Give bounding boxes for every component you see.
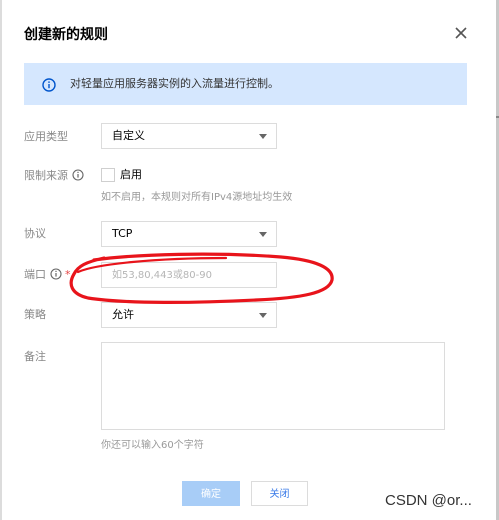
port-label: 端口 bbox=[24, 268, 46, 281]
csdn-watermark: CSDN @or... bbox=[385, 492, 472, 509]
source-hint: 如不启用，本规则对所有IPv4源地址均生效 bbox=[101, 192, 293, 203]
info-circle-icon bbox=[42, 77, 56, 92]
remark-label: 备注 bbox=[24, 350, 46, 363]
create-rule-dialog: 创建新的规则 对轻量应用服务器实例的入流量进行控制。 应用类型 自定义 限制来源… bbox=[0, 0, 499, 520]
required-mark: * bbox=[65, 268, 71, 281]
close-icon[interactable] bbox=[452, 24, 470, 42]
dialog-title: 创建新的规则 bbox=[24, 27, 108, 43]
protocol-value: TCP bbox=[112, 227, 133, 240]
policy-select[interactable]: 允许 bbox=[101, 302, 277, 328]
help-circle-icon[interactable] bbox=[72, 169, 84, 185]
policy-label: 策略 bbox=[24, 308, 46, 321]
confirm-button[interactable]: 确定 bbox=[182, 481, 240, 506]
enable-source-label[interactable]: 启用 bbox=[120, 168, 142, 182]
enable-source-checkbox[interactable] bbox=[101, 168, 115, 182]
info-banner: 对轻量应用服务器实例的入流量进行控制。 bbox=[24, 63, 467, 105]
port-input[interactable] bbox=[102, 263, 276, 287]
chevron-down-icon bbox=[259, 134, 267, 139]
app-type-select[interactable]: 自定义 bbox=[101, 123, 277, 149]
remark-textarea-wrapper[interactable] bbox=[101, 342, 445, 430]
app-type-label: 应用类型 bbox=[24, 130, 68, 143]
remark-char-count: 你还可以输入60个字符 bbox=[101, 440, 204, 451]
policy-value: 允许 bbox=[112, 308, 134, 321]
remark-textarea[interactable] bbox=[102, 343, 444, 429]
port-input-wrapper[interactable] bbox=[101, 262, 277, 288]
protocol-select[interactable]: TCP bbox=[101, 221, 277, 247]
chevron-down-icon bbox=[259, 232, 267, 237]
source-label-row: 限制来源 bbox=[24, 169, 84, 185]
help-circle-icon[interactable] bbox=[50, 268, 62, 284]
protocol-label: 协议 bbox=[24, 227, 46, 240]
port-label-row: 端口 * bbox=[24, 268, 71, 284]
close-button[interactable]: 关闭 bbox=[251, 481, 308, 506]
info-text: 对轻量应用服务器实例的入流量进行控制。 bbox=[70, 77, 279, 90]
app-type-value: 自定义 bbox=[112, 129, 145, 142]
source-label: 限制来源 bbox=[24, 169, 68, 182]
chevron-down-icon bbox=[259, 313, 267, 318]
left-edge-divider bbox=[0, 0, 2, 520]
